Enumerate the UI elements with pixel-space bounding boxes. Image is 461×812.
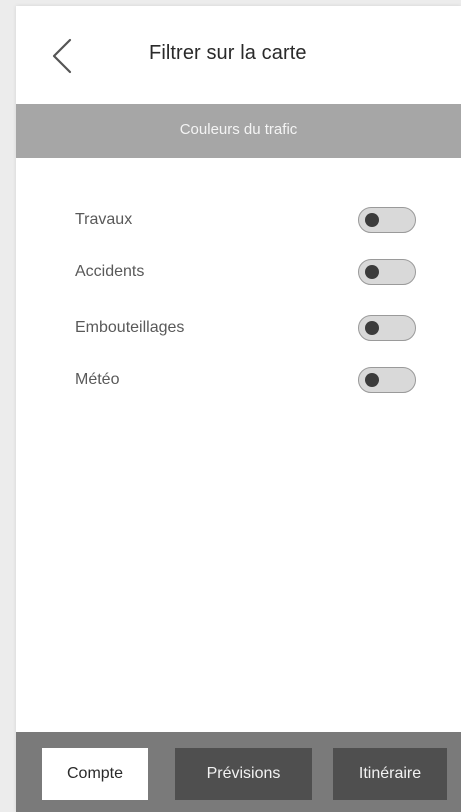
toggle-knob	[365, 265, 379, 279]
filter-row-embouteillages: Embouteillages	[16, 312, 461, 344]
section-header: Couleurs du trafic	[16, 104, 461, 158]
toggle-embouteillages[interactable]	[358, 315, 416, 341]
filter-label: Météo	[75, 371, 120, 388]
toggle-knob	[365, 213, 379, 227]
header: Filtrer sur la carte	[16, 6, 461, 104]
toggle-accidents[interactable]	[358, 259, 416, 285]
back-button[interactable]	[46, 36, 80, 76]
bottom-navigation: Compte Prévisions Itinéraire	[16, 732, 461, 812]
toggle-travaux[interactable]	[358, 207, 416, 233]
account-button[interactable]: Compte	[42, 748, 148, 800]
toggle-knob	[365, 373, 379, 387]
toggle-meteo[interactable]	[358, 367, 416, 393]
filter-row-meteo: Météo	[16, 364, 461, 396]
section-title: Couleurs du trafic	[179, 121, 298, 138]
filter-row-travaux: Travaux	[16, 204, 461, 236]
filter-label: Travaux	[75, 211, 133, 228]
filter-label: Accidents	[75, 263, 145, 280]
screen-background: Filtrer sur la carte Couleurs du trafic …	[0, 0, 461, 812]
chevron-left-icon	[52, 38, 72, 74]
filter-row-accidents: Accidents	[16, 256, 461, 288]
route-button[interactable]: Itinéraire	[333, 748, 447, 800]
filter-label: Embouteillages	[75, 319, 185, 336]
toggle-knob	[365, 321, 379, 335]
app-screen: Filtrer sur la carte Couleurs du trafic …	[16, 6, 461, 812]
page-title: Filtrer sur la carte	[149, 42, 307, 64]
forecast-button[interactable]: Prévisions	[175, 748, 312, 800]
